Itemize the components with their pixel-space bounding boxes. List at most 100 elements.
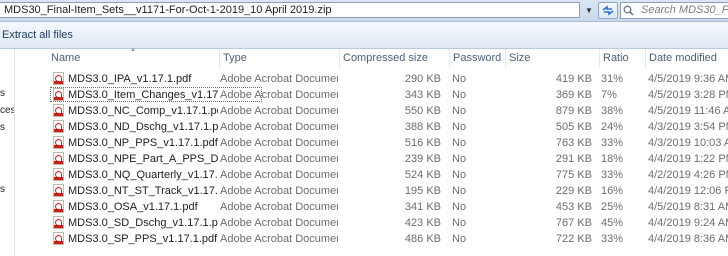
pdf-file-icon xyxy=(53,120,64,133)
file-date: 4/3/2019 3:54 PM xyxy=(648,121,728,133)
pdf-file-icon xyxy=(53,216,64,229)
file-compressed: 524 KB xyxy=(404,169,441,181)
table-row[interactable]: MDS3.0_Item_Changes_v1.17.1.pdfAdobe Acr… xyxy=(48,87,728,103)
pdf-file-icon xyxy=(53,184,64,197)
file-password: No xyxy=(452,233,467,245)
file-name[interactable]: MDS3.0_NQ_Quarterly_v1.17.1.pdf xyxy=(68,167,218,183)
file-date: 4/3/2019 10:03 AM xyxy=(648,137,728,149)
table-row[interactable]: MDS3.0_SP_PPS_v1.17.1.pdf Adobe Acrobat D… xyxy=(48,231,728,247)
file-date: 4/5/2019 11:46 AM xyxy=(648,105,728,117)
file-date: 4/5/2019 3:28 PM xyxy=(648,89,728,101)
file-password: No xyxy=(452,185,467,197)
table-row[interactable]: MDS3.0_SD_Dschg_v1.17.1.pdf Adobe Acrobat… xyxy=(48,215,728,231)
file-compressed: 195 KB xyxy=(404,185,441,197)
column-header-password[interactable]: Password ... xyxy=(450,49,506,68)
file-compressed: 239 KB xyxy=(404,153,441,165)
file-date: 4/4/2019 12:06 PM xyxy=(648,185,728,197)
file-type: Adobe Acrobat Document xyxy=(220,121,338,133)
address-dropdown-arrow-icon[interactable]: ▼ xyxy=(582,3,596,18)
pdf-file-icon xyxy=(53,200,64,213)
file-size: 505 KB xyxy=(555,121,592,133)
nav-item[interactable]: s xyxy=(0,87,14,101)
address-bar: MDS30_Final-Item_Sets__v1171-For-Oct-1-2… xyxy=(0,0,728,22)
table-row[interactable]: MDS3.0_NP_PPS_v1.17.1.pdf Adobe Acrobat D… xyxy=(48,135,728,151)
column-header-compressed-size[interactable]: Compressed size xyxy=(340,49,450,68)
file-name[interactable]: MDS3.0_ND_Dschg_v1.17.1.pdf xyxy=(68,119,218,135)
file-type: Adobe Acrobat Document xyxy=(220,185,338,197)
search-icon xyxy=(623,5,634,16)
column-header-size[interactable]: Size xyxy=(506,49,600,68)
file-ratio: 18% xyxy=(601,153,624,165)
file-password: No xyxy=(452,217,467,229)
file-name[interactable]: MDS3.0_IPA_v1.17.1.pdf xyxy=(68,71,218,87)
table-row[interactable]: MDS3.0_NQ_Quarterly_v1.17.1.pdfAdobe Acr… xyxy=(48,167,728,183)
file-name[interactable]: MDS3.0_SD_Dschg_v1.17.1.pdf xyxy=(68,215,218,231)
nav-item[interactable]: s xyxy=(0,121,14,135)
file-type: Adobe Acrobat Document xyxy=(220,89,338,101)
column-header-ratio[interactable]: Ratio xyxy=(600,49,646,68)
file-size: 767 KB xyxy=(555,217,592,229)
nav-item[interactable]: ces xyxy=(0,104,14,118)
file-type: Adobe Acrobat Document xyxy=(220,105,338,117)
nav-item[interactable]: s xyxy=(0,183,14,197)
file-ratio: 33% xyxy=(601,233,624,245)
file-password: No xyxy=(452,73,467,85)
file-ratio: 38% xyxy=(601,105,624,117)
table-row[interactable]: MDS3.0_IPA_v1.17.1.pdf Adobe Acrobat Docu… xyxy=(48,71,728,87)
pdf-file-icon xyxy=(53,104,64,117)
file-size: 229 KB xyxy=(555,185,592,197)
file-name[interactable]: MDS3.0_Item_Changes_v1.17.1.pdf xyxy=(68,87,218,103)
table-row[interactable]: MDS3.0_NT_ST_Track_v1.17.1.pdfAdobe Acro… xyxy=(48,183,728,199)
file-compressed: 550 KB xyxy=(404,105,441,117)
file-ratio: 33% xyxy=(601,137,624,149)
table-row[interactable]: MDS3.0_NC_Comp_v1.17.1.pdf Adobe Acrobat … xyxy=(48,103,728,119)
file-type: Adobe Acrobat Document xyxy=(220,153,338,165)
file-ratio: 7% xyxy=(601,89,617,101)
file-name[interactable]: MDS3.0_NPE_Part_A_PPS_Discharg... xyxy=(68,151,218,167)
file-type: Adobe Acrobat Document xyxy=(220,233,338,245)
file-compressed: 341 KB xyxy=(404,201,441,213)
file-size: 722 KB xyxy=(555,233,592,245)
column-header-name[interactable]: Name xyxy=(48,49,220,68)
file-name[interactable]: MDS3.0_OSA_v1.17.1.pdf xyxy=(68,199,218,215)
table-row[interactable]: MDS3.0_OSA_v1.17.1.pdf Adobe Acrobat Docu… xyxy=(48,199,728,215)
table-row[interactable]: MDS3.0_ND_Dschg_v1.17.1.pdf Adobe Acrobat… xyxy=(48,119,728,135)
file-size: 419 KB xyxy=(555,73,592,85)
file-date: 4/4/2019 1:22 PM xyxy=(648,153,728,165)
column-header-type[interactable]: Type xyxy=(220,49,340,68)
file-ratio: 24% xyxy=(601,121,624,133)
extract-all-files-button[interactable]: Extract all files xyxy=(0,28,73,43)
pdf-file-icon xyxy=(53,152,64,165)
search-input[interactable]: Search MDS30_Final-Item_Sets__v1171-For-… xyxy=(620,2,728,19)
file-size: 775 KB xyxy=(555,169,592,181)
file-compressed: 388 KB xyxy=(404,121,441,133)
file-size: 763 KB xyxy=(555,137,592,149)
file-compressed: 423 KB xyxy=(404,217,441,229)
pdf-file-icon xyxy=(53,72,64,85)
file-type: Adobe Acrobat Document xyxy=(220,137,338,149)
refresh-button[interactable] xyxy=(598,2,618,19)
file-password: No xyxy=(452,169,467,181)
file-password: No xyxy=(452,105,467,117)
file-name[interactable]: MDS3.0_NP_PPS_v1.17.1.pdf xyxy=(68,135,218,151)
pdf-file-icon xyxy=(53,168,64,181)
column-headers: Name Type Compressed size Password ... S… xyxy=(48,49,728,68)
file-date: 4/4/2019 9:24 AM xyxy=(648,217,728,229)
file-type: Adobe Acrobat Document xyxy=(220,73,338,85)
file-compressed: 486 KB xyxy=(404,233,441,245)
table-row[interactable]: MDS3.0_NPE_Part_A_PPS_Discharg...Adobe A… xyxy=(48,151,728,167)
refresh-icon xyxy=(602,5,614,16)
file-name[interactable]: MDS3.0_NC_Comp_v1.17.1.pdf xyxy=(68,103,218,119)
file-password: No xyxy=(452,153,467,165)
column-header-date-modified[interactable]: Date modified xyxy=(646,49,728,68)
file-name[interactable]: MDS3.0_NT_ST_Track_v1.17.1.pdf xyxy=(68,183,218,199)
pdf-file-icon xyxy=(53,88,64,101)
address-path-field[interactable]: MDS30_Final-Item_Sets__v1171-For-Oct-1-2… xyxy=(0,2,580,18)
file-date: 4/2/2019 4:26 PM xyxy=(648,169,728,181)
file-size: 879 KB xyxy=(555,105,592,117)
file-name[interactable]: MDS3.0_SP_PPS_v1.17.1.pdf xyxy=(68,231,218,247)
file-password: No xyxy=(452,201,467,213)
pdf-file-icon xyxy=(53,136,64,149)
file-ratio: 45% xyxy=(601,217,624,229)
file-ratio: 31% xyxy=(601,73,624,85)
